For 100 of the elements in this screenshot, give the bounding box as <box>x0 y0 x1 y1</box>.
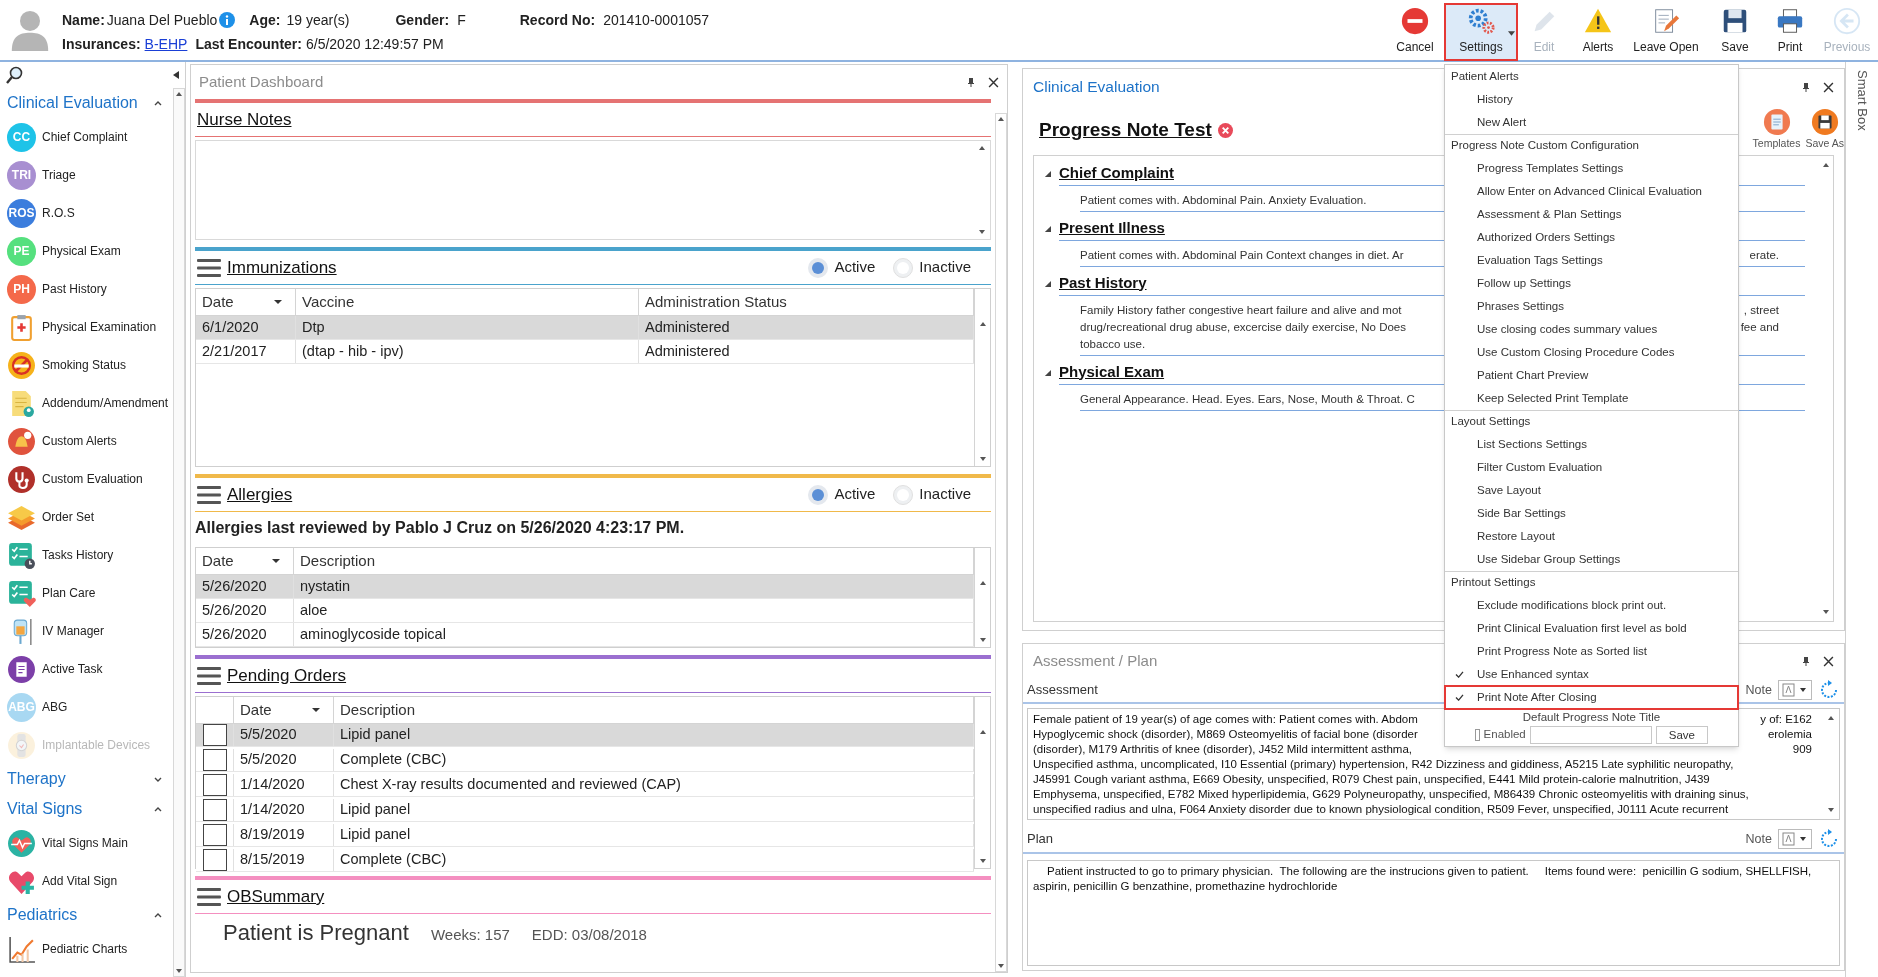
menu-item[interactable]: Progress Templates Settings <box>1445 157 1738 180</box>
font-dropdown[interactable] <box>1778 829 1812 849</box>
group-title[interactable]: Clinical Evaluation <box>7 91 138 115</box>
close-icon[interactable] <box>1823 81 1834 93</box>
pin-icon[interactable] <box>1801 656 1811 666</box>
close-icon[interactable] <box>988 76 999 88</box>
checkbox[interactable] <box>202 749 227 771</box>
menu-item[interactable]: Allow Enter on Advanced Clinical Evaluation <box>1445 180 1738 203</box>
column-header[interactable]: Description <box>294 548 974 574</box>
sidebar-item[interactable]: Order Set <box>7 498 173 536</box>
menu-item[interactable]: Evaluation Tags Settings <box>1445 249 1738 272</box>
checkbox[interactable] <box>202 849 227 871</box>
plan-field[interactable]: Patient instructed to go to primary physician. The following are the instrucions given to patient. Items found were: penicillin G sodium, SHELLFISH, aspirin, penicillin G benzathine, promethazine hydrochloride <box>1027 860 1840 966</box>
sidebar-item[interactable]: ROS R.O.S <box>7 194 173 232</box>
expand-triangle-icon[interactable] <box>1044 224 1051 232</box>
menu-item[interactable]: Print Progress Note as Sorted list <box>1445 640 1738 663</box>
menu-icon[interactable] <box>197 484 221 505</box>
sidebar-item[interactable]: Physical Examination <box>7 308 173 346</box>
radio-option[interactable]: Inactive <box>893 256 971 279</box>
menu-item[interactable]: Side Bar Settings <box>1445 502 1738 525</box>
menu-item[interactable]: Restore Layout <box>1445 525 1738 548</box>
refresh-icon[interactable] <box>1818 679 1840 701</box>
note-title[interactable]: Progress Note Test <box>1039 115 1212 145</box>
menu-item[interactable]: Print Clinical Evaluation first level as bold <box>1445 617 1738 640</box>
close-circle-icon[interactable] <box>1217 122 1233 138</box>
column-header[interactable]: Date <box>196 289 296 315</box>
search-icon[interactable] <box>6 66 24 84</box>
sidebar-item[interactable]: Pediatric Charts <box>7 930 173 968</box>
save-button[interactable]: Save <box>1655 726 1708 744</box>
menu-icon[interactable] <box>197 665 221 686</box>
section-title[interactable]: Immunizations <box>227 254 337 281</box>
expand-triangle-icon[interactable] <box>1044 368 1051 376</box>
sidebar-item[interactable]: IV Manager <box>7 612 173 650</box>
toolbar-button[interactable]: Alerts <box>1570 3 1626 61</box>
radio-option[interactable]: Inactive <box>893 483 971 506</box>
sidebar-item[interactable]: ABG ABG <box>7 688 173 726</box>
checkbox[interactable] <box>1475 729 1480 741</box>
menu-item[interactable]: Keep Selected Print Template <box>1445 387 1738 410</box>
menu-item[interactable]: Follow up Settings <box>1445 272 1738 295</box>
column-header[interactable]: Administration Status <box>639 289 974 315</box>
sort-caret-icon[interactable] <box>271 558 281 564</box>
menu-item[interactable]: Phrases Settings <box>1445 295 1738 318</box>
sidebar-item[interactable]: Custom Alerts <box>7 422 173 460</box>
close-icon[interactable] <box>1823 655 1834 667</box>
toolbar-button[interactable]: Templates <box>1752 108 1801 152</box>
sidebar-item[interactable]: TRI Triage <box>7 156 173 194</box>
column-header[interactable]: Date <box>234 697 334 723</box>
group-title[interactable]: Therapy <box>7 767 66 791</box>
section-title[interactable]: Present Illness <box>1059 216 1165 239</box>
menu-item[interactable]: Print Note After Closing <box>1445 686 1738 709</box>
sidebar-item[interactable]: Plan Care <box>7 574 173 612</box>
insurance-link[interactable]: B-EHP <box>144 33 188 55</box>
pin-icon[interactable] <box>1801 82 1811 92</box>
sidebar-item[interactable]: PH Past History <box>7 270 173 308</box>
toolbar-button[interactable]: Save <box>1706 3 1764 61</box>
column-header[interactable]: Description <box>334 697 974 723</box>
column-header[interactable]: Date <box>196 548 294 574</box>
pin-icon[interactable] <box>966 77 976 87</box>
section-title[interactable]: Past History <box>1059 271 1147 294</box>
menu-item[interactable]: Use closing codes summary values <box>1445 318 1738 341</box>
menu-item[interactable]: Use Custom Closing Procedure Codes <box>1445 341 1738 364</box>
column-header[interactable]: Vaccine <box>296 289 639 315</box>
menu-item[interactable]: Authorized Orders Settings <box>1445 226 1738 249</box>
menu-item[interactable]: Use Sidebar Group Settings <box>1445 548 1738 571</box>
menu-item[interactable]: New Alert <box>1445 111 1738 134</box>
toolbar-button[interactable]: Save As <box>1805 108 1844 152</box>
sidebar-item[interactable]: Vital Signs Main <box>7 824 173 862</box>
title-input[interactable] <box>1529 726 1652 744</box>
sort-caret-icon[interactable] <box>311 707 321 713</box>
checkbox[interactable] <box>202 724 227 746</box>
checkbox[interactable] <box>202 774 227 796</box>
sidebar-item[interactable]: Add Vital Sign <box>7 862 173 900</box>
sidebar-item[interactable]: Smoking Status <box>7 346 173 384</box>
radio-option[interactable]: Active <box>808 256 876 279</box>
section-title[interactable]: Chief Complaint <box>1059 161 1174 184</box>
refresh-icon[interactable] <box>1818 828 1840 850</box>
section-title[interactable]: OBSummary <box>227 883 325 910</box>
toolbar-button[interactable]: Settings <box>1444 3 1518 61</box>
toolbar-button[interactable]: Print <box>1764 3 1816 61</box>
menu-icon[interactable] <box>197 257 221 278</box>
checkbox[interactable] <box>202 799 227 821</box>
expand-triangle-icon[interactable] <box>1044 279 1051 287</box>
sidebar-item[interactable]: Tasks History <box>7 536 173 574</box>
section-title[interactable]: Pending Orders <box>227 662 347 689</box>
group-title[interactable]: Vital Signs <box>7 797 83 821</box>
smart-box-tab[interactable]: Smart Box <box>1852 70 1872 131</box>
sidebar-item[interactable]: CC Chief Complaint <box>7 118 173 156</box>
toolbar-button[interactable]: Leave Open <box>1626 3 1706 61</box>
section-title[interactable]: Nurse Notes <box>197 106 292 133</box>
group-title[interactable]: Pediatrics <box>7 903 78 927</box>
menu-item[interactable]: Patient Chart Preview <box>1445 364 1738 387</box>
menu-icon[interactable] <box>197 886 221 907</box>
menu-item[interactable]: History <box>1445 88 1738 111</box>
radio-option[interactable]: Active <box>808 483 876 506</box>
scrollbar[interactable] <box>995 113 1007 972</box>
menu-item[interactable]: Exclude modifications block print out. <box>1445 594 1738 617</box>
info-icon[interactable] <box>219 12 236 28</box>
menu-item[interactable]: Filter Custom Evaluation <box>1445 456 1738 479</box>
menu-item[interactable]: Assessment & Plan Settings <box>1445 203 1738 226</box>
font-dropdown[interactable] <box>1778 680 1812 700</box>
